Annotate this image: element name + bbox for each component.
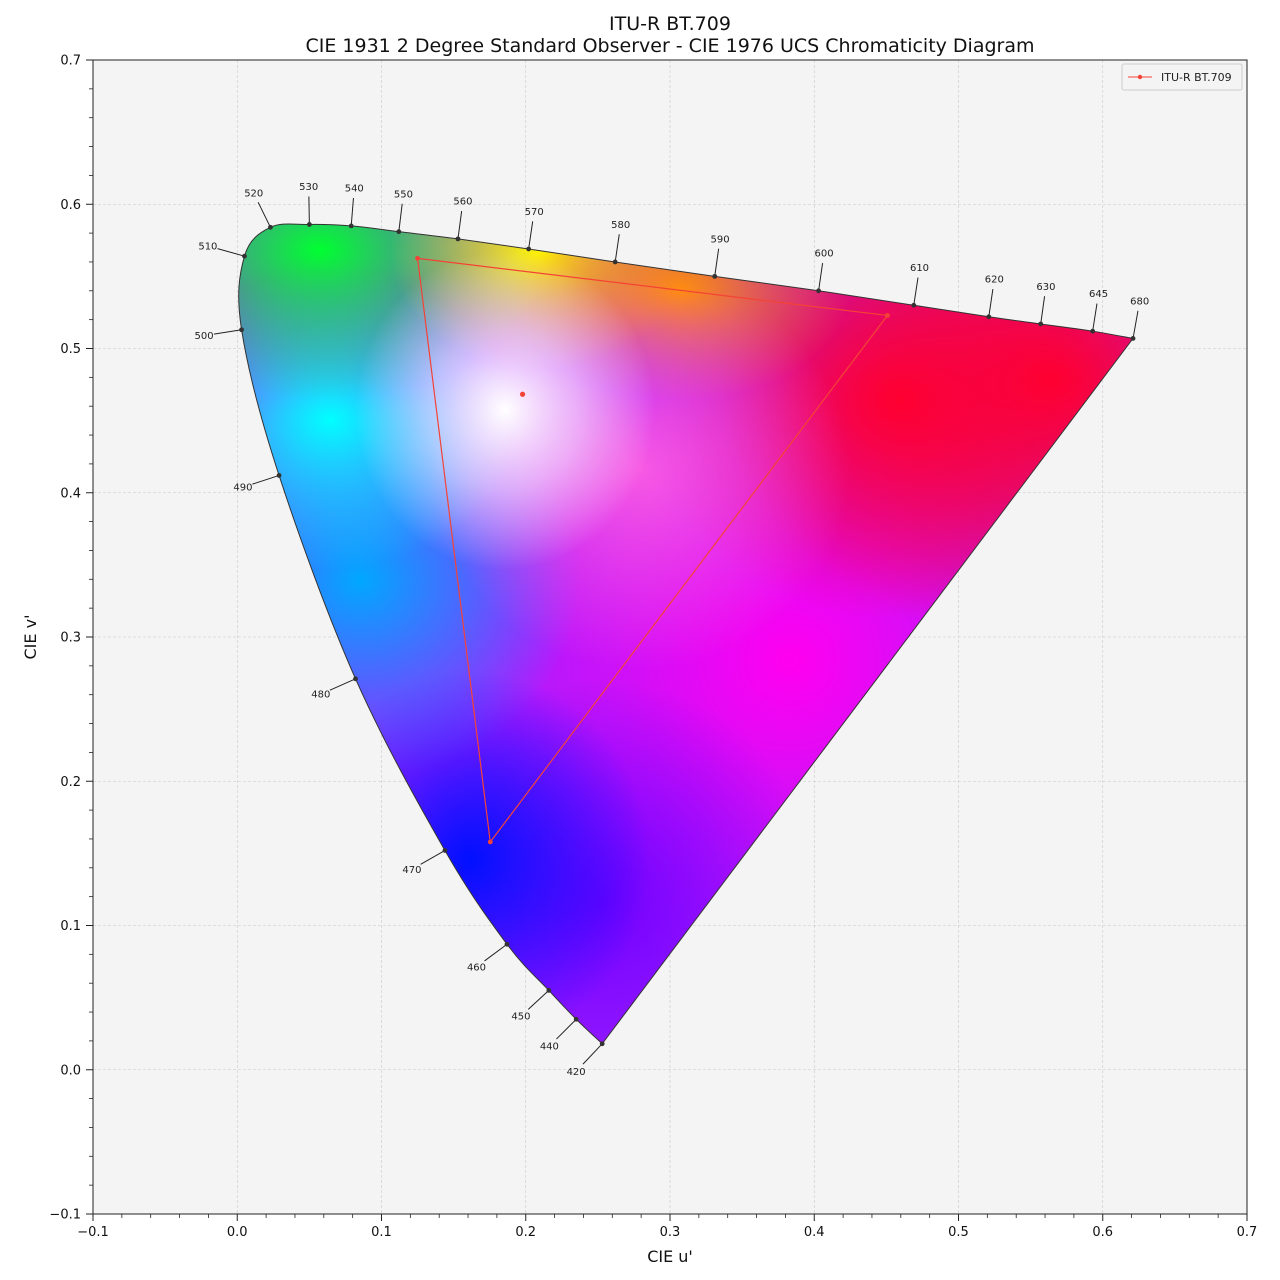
x-tick-label: 0.4 [804,1225,825,1240]
wavelength-label: 610 [910,263,929,274]
wavelength-label: 510 [198,241,217,252]
wavelength-label: 420 [567,1067,586,1078]
wavelength-label: 470 [402,865,421,876]
wavelength-marker [1130,336,1136,341]
series-point [415,255,420,261]
wavelength-label: 440 [540,1042,559,1053]
wavelength-marker [276,473,282,478]
wavelength-marker [442,848,448,853]
wavelength-marker [911,302,917,308]
x-tick-label: −0.1 [77,1225,109,1240]
wavelength-label: 550 [394,189,413,200]
series-point [884,313,890,318]
wavelength-label: 630 [1036,282,1055,293]
wavelength-marker [526,246,532,252]
wavelength-label: 450 [511,1012,530,1023]
wavelength-marker [242,253,247,259]
x-tick-label: 0.7 [1237,1225,1258,1240]
wavelength-label: 580 [611,220,630,231]
color-blob-white [355,250,655,570]
wavelength-marker [348,223,354,229]
wavelength-label: 530 [299,182,318,193]
wavelength-marker [306,222,312,227]
wavelength-marker [573,1016,579,1022]
wavelength-marker [1038,321,1044,327]
y-tick-label: 0.4 [60,486,81,501]
wavelength-label: 480 [311,690,330,701]
legend: ITU-R BT.709 [1121,63,1243,91]
y-tick-label: 0.7 [60,54,81,69]
y-tick-label: 0.2 [60,775,81,790]
wavelength-marker [1090,328,1096,334]
y-axis-label: CIE v' [21,615,40,660]
wavelength-marker [353,676,358,682]
wavelength-label: 520 [244,189,263,200]
wavelength-label: 500 [194,331,213,342]
wavelength-label: 490 [233,483,252,494]
wavelength-marker [239,327,244,333]
x-tick-label: 0.3 [660,1225,681,1240]
wavelength-marker [599,1041,605,1047]
whitepoint-marker [519,391,526,397]
wavelength-label: 680 [1130,296,1149,307]
wavelength-marker [816,288,821,294]
x-tick-label: 0.0 [227,1225,248,1240]
wavelength-marker [455,236,461,242]
x-tick-label: 0.5 [948,1225,969,1240]
series-point [487,839,493,845]
chart-subtitle: CIE 1931 2 Degree Standard Observer - CI… [305,35,1034,57]
x-tick-label: 0.1 [371,1225,392,1240]
wavelength-label: 645 [1089,289,1108,300]
y-tick-label: 0.5 [60,342,81,357]
x-tick-label: 0.6 [1092,1225,1113,1240]
chromaticity-chart: ITU-R BT.709 CIE 1931 2 Degree Standard … [21,13,1258,1266]
x-axis-label: CIE u' [647,1247,693,1266]
wavelength-marker [612,259,618,265]
y-tick-label: 0.0 [60,1063,81,1078]
wavelength-marker [712,273,718,279]
wavelength-label: 620 [985,275,1004,286]
chart-title: ITU-R BT.709 [609,13,731,35]
wavelength-label: 460 [467,962,486,973]
wavelength-marker [546,988,552,993]
wavelength-label: 570 [525,207,544,218]
y-tick-label: 0.6 [60,198,81,213]
wavelength-label: 540 [345,184,364,195]
wavelength-label: 600 [814,249,833,260]
wavelength-label: 560 [453,197,472,208]
wavelength-marker [268,224,273,230]
y-tick-label: −0.1 [49,1208,81,1223]
y-tick-label: 0.3 [60,631,81,646]
x-tick-label: 0.2 [515,1225,536,1240]
wavelength-marker [504,941,510,947]
legend-label: ITU-R BT.709 [1161,71,1232,84]
y-tick-label: 0.1 [60,919,81,934]
legend-swatch-marker [1137,74,1143,80]
wavelength-marker [986,314,992,320]
wavelength-marker [396,229,402,235]
wavelength-label: 590 [711,234,730,245]
